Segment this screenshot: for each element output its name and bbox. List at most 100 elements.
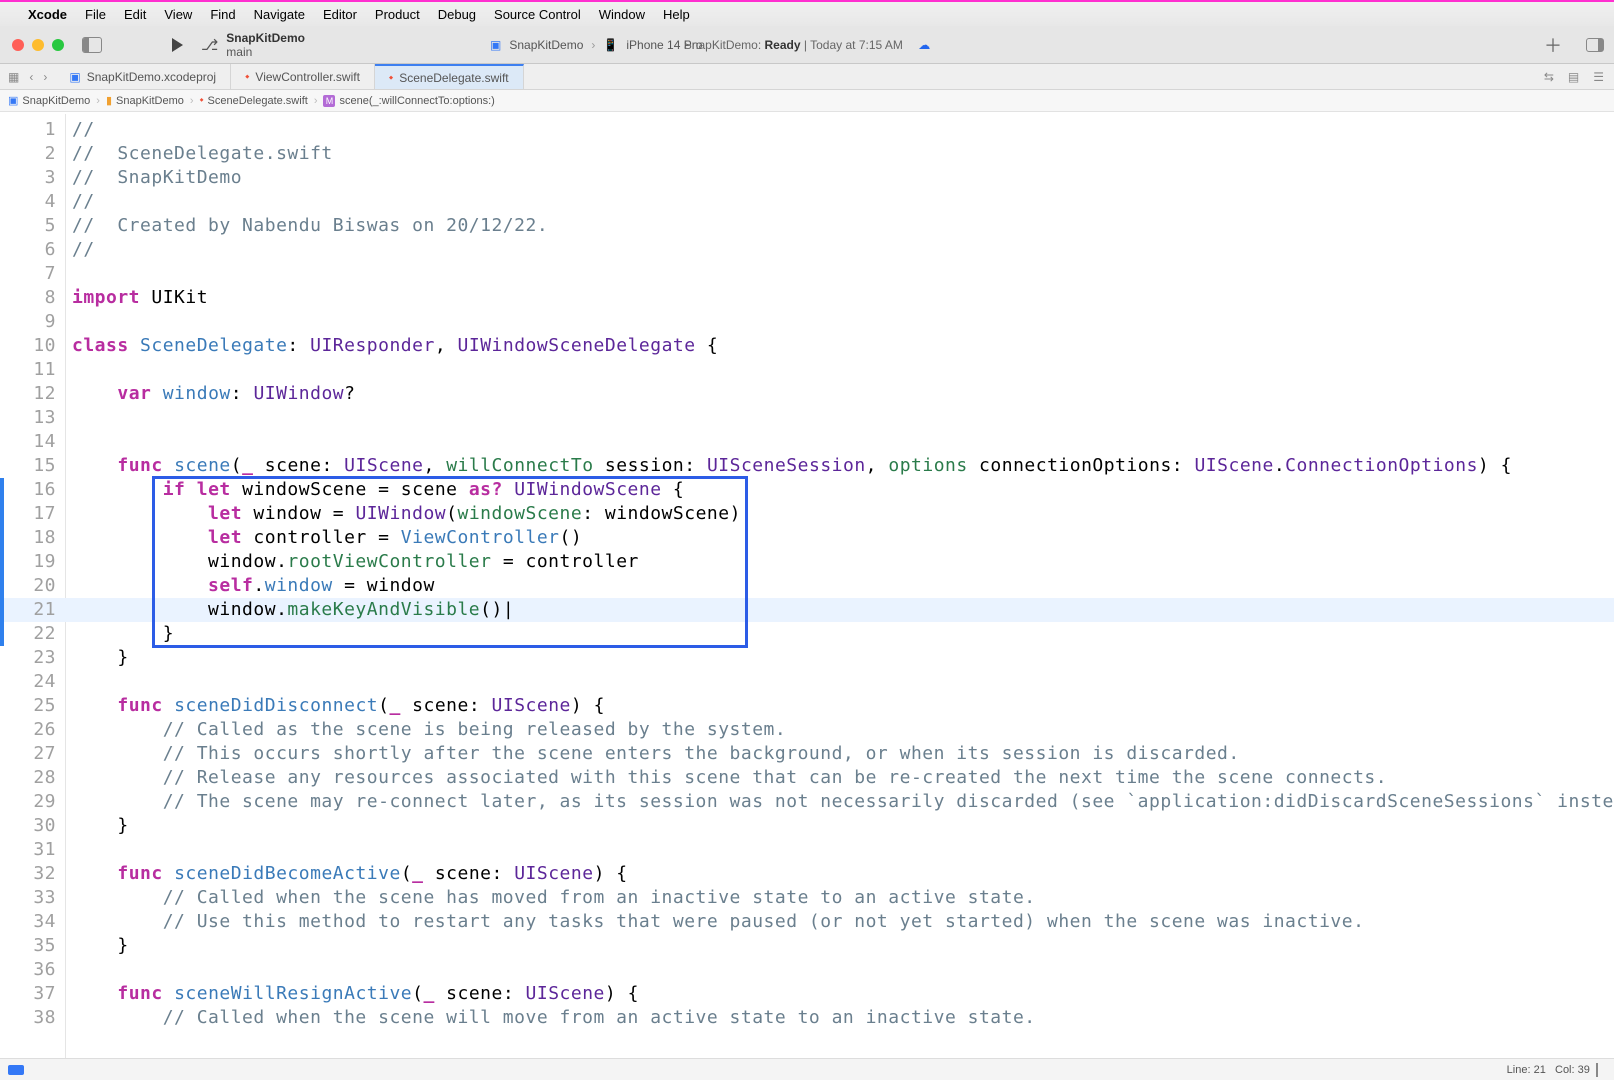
editor-options-icon[interactable]: ☰ bbox=[1593, 70, 1604, 84]
jumpbar-item[interactable]: SnapKitDemo bbox=[22, 95, 90, 107]
code-text[interactable]: window.rootViewController = controller bbox=[72, 550, 639, 574]
menu-view[interactable]: View bbox=[164, 7, 192, 22]
toggle-navigator-button[interactable] bbox=[82, 37, 102, 53]
code-line[interactable]: 37 func sceneWillResignActive(_ scene: U… bbox=[0, 982, 1604, 1006]
related-items-icon[interactable]: ▦ bbox=[8, 70, 19, 84]
code-line[interactable]: 19 window.rootViewController = controlle… bbox=[0, 550, 1604, 574]
tab-scenedelegate[interactable]: ⬩ SceneDelegate.swift bbox=[375, 64, 524, 89]
tab-viewcontroller[interactable]: ⬩ ViewController.swift bbox=[231, 64, 375, 89]
code-line[interactable]: 10class SceneDelegate: UIResponder, UIWi… bbox=[0, 334, 1604, 358]
code-line[interactable]: 2// SceneDelegate.swift bbox=[0, 142, 1604, 166]
toggle-inspectors-button[interactable] bbox=[1586, 38, 1604, 52]
code-line[interactable]: 23 } bbox=[0, 646, 1604, 670]
menu-navigate[interactable]: Navigate bbox=[254, 7, 305, 22]
code-text[interactable]: // bbox=[72, 118, 95, 142]
code-line[interactable]: 35 } bbox=[0, 934, 1604, 958]
code-text[interactable]: // Called when the scene will move from … bbox=[72, 1006, 1036, 1030]
code-text[interactable]: } bbox=[72, 646, 129, 670]
code-line[interactable]: 9 bbox=[0, 310, 1604, 334]
code-line[interactable]: 12 var window: UIWindow? bbox=[0, 382, 1604, 406]
branch-menu-icon[interactable]: ⎇ bbox=[201, 36, 218, 54]
code-line[interactable]: 16 if let windowScene = scene as? UIWind… bbox=[0, 478, 1604, 502]
code-text[interactable]: // SnapKitDemo bbox=[72, 166, 242, 190]
code-line[interactable]: 29 // The scene may re-connect later, as… bbox=[0, 790, 1604, 814]
code-text[interactable]: let controller = ViewController() bbox=[72, 526, 582, 550]
minimize-window-button[interactable] bbox=[32, 39, 44, 51]
code-line[interactable]: 7 bbox=[0, 262, 1604, 286]
add-editor-button[interactable]: ＋ bbox=[1544, 32, 1562, 58]
code-text[interactable]: // The scene may re-connect later, as it… bbox=[72, 790, 1614, 814]
menu-source-control[interactable]: Source Control bbox=[494, 7, 581, 22]
code-line[interactable]: 17 let window = UIWindow(windowScene: wi… bbox=[0, 502, 1604, 526]
code-text[interactable]: // Called when the scene has moved from … bbox=[72, 886, 1036, 910]
menu-help[interactable]: Help bbox=[663, 7, 690, 22]
code-line[interactable]: 24 bbox=[0, 670, 1604, 694]
code-text[interactable]: // Called as the scene is being released… bbox=[72, 718, 786, 742]
code-text[interactable]: } bbox=[72, 814, 129, 838]
code-line[interactable]: 38 // Called when the scene will move fr… bbox=[0, 1006, 1604, 1030]
inspector-icon[interactable] bbox=[1596, 1063, 1598, 1077]
jumpbar[interactable]: ▣ SnapKitDemo › ▮ SnapKitDemo › ⬩ SceneD… bbox=[0, 90, 1614, 112]
code-text[interactable]: } bbox=[72, 622, 174, 646]
code-line[interactable]: 14 bbox=[0, 430, 1604, 454]
code-text[interactable]: func sceneWillResignActive(_ scene: UISc… bbox=[72, 982, 639, 1006]
code-text[interactable]: // Use this method to restart any tasks … bbox=[72, 910, 1364, 934]
code-text[interactable]: func sceneDidBecomeActive(_ scene: UISce… bbox=[72, 862, 628, 886]
forward-button[interactable]: › bbox=[43, 70, 47, 84]
code-line[interactable]: 4// bbox=[0, 190, 1604, 214]
editor-layout-icon[interactable]: ▤ bbox=[1568, 70, 1579, 84]
code-text[interactable]: // SceneDelegate.swift bbox=[72, 142, 333, 166]
code-text[interactable]: self.window = window bbox=[72, 574, 435, 598]
tab-project-file[interactable]: ▣ SnapKitDemo.xcodeproj bbox=[55, 64, 231, 89]
scheme-selector[interactable]: ▣ SnapKitDemo › 📱 iPhone 14 Pro bbox=[490, 38, 702, 52]
code-line[interactable]: 11 bbox=[0, 358, 1604, 382]
code-text[interactable]: func sceneDidDisconnect(_ scene: UIScene… bbox=[72, 694, 605, 718]
code-line[interactable]: 15 func scene(_ scene: UIScene, willConn… bbox=[0, 454, 1604, 478]
menubar-app[interactable]: Xcode bbox=[28, 7, 67, 22]
code-line[interactable]: 27 // This occurs shortly after the scen… bbox=[0, 742, 1604, 766]
jumpbar-item[interactable]: scene(_:willConnectTo:options:) bbox=[339, 95, 494, 107]
menu-product[interactable]: Product bbox=[375, 7, 420, 22]
code-line[interactable]: 8import UIKit bbox=[0, 286, 1604, 310]
code-line[interactable]: 26 // Called as the scene is being relea… bbox=[0, 718, 1604, 742]
code-line[interactable]: 33 // Called when the scene has moved fr… bbox=[0, 886, 1604, 910]
menu-editor[interactable]: Editor bbox=[323, 7, 357, 22]
code-text[interactable]: if let windowScene = scene as? UIWindowS… bbox=[72, 478, 684, 502]
code-line[interactable]: 6// bbox=[0, 238, 1604, 262]
code-text[interactable]: } bbox=[72, 934, 129, 958]
code-text[interactable]: func scene(_ scene: UIScene, willConnect… bbox=[72, 454, 1512, 478]
code-line[interactable]: 28 // Release any resources associated w… bbox=[0, 766, 1604, 790]
code-text[interactable]: window.makeKeyAndVisible()| bbox=[72, 598, 514, 622]
code-line[interactable]: 1// bbox=[0, 118, 1604, 142]
code-line[interactable]: 34 // Use this method to restart any tas… bbox=[0, 910, 1604, 934]
code-text[interactable]: var window: UIWindow? bbox=[72, 382, 355, 406]
code-line[interactable]: 31 bbox=[0, 838, 1604, 862]
code-line[interactable]: 20 self.window = window bbox=[0, 574, 1604, 598]
back-button[interactable]: ‹ bbox=[29, 70, 33, 84]
run-button[interactable] bbox=[172, 38, 183, 52]
code-text[interactable]: // Created by Nabendu Biswas on 20/12/22… bbox=[72, 214, 548, 238]
code-line[interactable]: 21 window.makeKeyAndVisible()| bbox=[0, 598, 1604, 622]
code-text[interactable]: let window = UIWindow(windowScene: windo… bbox=[72, 502, 741, 526]
code-line[interactable]: 25 func sceneDidDisconnect(_ scene: UISc… bbox=[0, 694, 1604, 718]
code-text[interactable]: // bbox=[72, 190, 95, 214]
code-text[interactable]: class SceneDelegate: UIResponder, UIWind… bbox=[72, 334, 718, 358]
menu-find[interactable]: Find bbox=[210, 7, 235, 22]
menu-file[interactable]: File bbox=[85, 7, 106, 22]
code-line[interactable]: 32 func sceneDidBecomeActive(_ scene: UI… bbox=[0, 862, 1604, 886]
close-window-button[interactable] bbox=[12, 39, 24, 51]
zoom-window-button[interactable] bbox=[52, 39, 64, 51]
dock-icon[interactable] bbox=[8, 1065, 24, 1075]
code-text[interactable]: // Release any resources associated with… bbox=[72, 766, 1387, 790]
code-text[interactable]: // bbox=[72, 238, 95, 262]
code-line[interactable]: 3// SnapKitDemo bbox=[0, 166, 1604, 190]
code-line[interactable]: 5// Created by Nabendu Biswas on 20/12/2… bbox=[0, 214, 1604, 238]
code-line[interactable]: 30 } bbox=[0, 814, 1604, 838]
code-line[interactable]: 18 let controller = ViewController() bbox=[0, 526, 1604, 550]
menu-edit[interactable]: Edit bbox=[124, 7, 146, 22]
code-editor[interactable]: 1//2// SceneDelegate.swift3// SnapKitDem… bbox=[0, 114, 1614, 1058]
code-text[interactable]: import UIKit bbox=[72, 286, 208, 310]
menu-debug[interactable]: Debug bbox=[438, 7, 476, 22]
code-text[interactable]: // This occurs shortly after the scene e… bbox=[72, 742, 1240, 766]
minimap-toggle-icon[interactable]: ⇆ bbox=[1544, 70, 1554, 84]
